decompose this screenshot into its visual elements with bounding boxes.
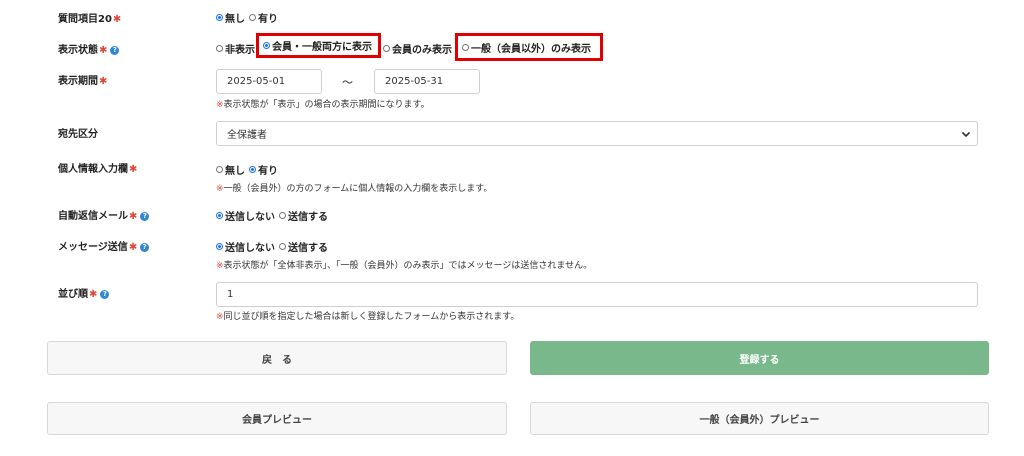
required-mark: ✱: [99, 45, 108, 56]
sort-order-input[interactable]: 1: [216, 282, 978, 307]
radio-icon[interactable]: [279, 243, 286, 250]
radio-icon[interactable]: [462, 43, 469, 51]
required-mark: ✱: [89, 289, 98, 300]
required-mark: ✱: [112, 14, 122, 25]
message-send-label: メッセージ送信✱?: [58, 238, 150, 253]
radio-icon[interactable]: [279, 212, 286, 219]
chevron-down-icon: [961, 131, 971, 137]
display-status-option-hidden[interactable]: 非表示: [216, 41, 255, 56]
q20-option-none[interactable]: 無し: [216, 10, 245, 25]
recipient-label: 宛先区分: [58, 129, 98, 140]
radio-icon[interactable]: [249, 14, 256, 21]
personal-info-options: 無し 有り: [216, 162, 278, 177]
display-period-note: ※表示状態が「表示」の場合の表示期間になります。: [216, 100, 430, 110]
radio-icon[interactable]: [216, 14, 223, 21]
radio-icon[interactable]: [263, 42, 270, 49]
q20-label: 質問項目20✱: [58, 14, 122, 25]
display-status-option-both[interactable]: 会員・一般両方に表示: [256, 33, 381, 58]
help-icon[interactable]: ?: [100, 290, 110, 299]
radio-icon[interactable]: [249, 166, 256, 173]
message-send-options: 送信しない 送信する: [216, 239, 328, 254]
radio-icon[interactable]: [216, 243, 223, 250]
display-status-option-members[interactable]: 会員のみ表示: [383, 41, 452, 56]
message-send-option-yes[interactable]: 送信する: [279, 239, 328, 254]
personal-info-note: ※一般（会員外）の方のフォームに個人情報の入力欄を表示します。: [216, 184, 493, 194]
back-button[interactable]: 戻 る: [47, 341, 507, 375]
personal-info-option-yes[interactable]: 有り: [249, 162, 278, 177]
radio-icon[interactable]: [216, 166, 223, 173]
radio-icon[interactable]: [216, 45, 223, 52]
radio-icon[interactable]: [216, 212, 223, 219]
period-separator: 〜: [342, 76, 353, 89]
required-mark: ✱: [129, 164, 138, 175]
required-mark: ✱: [99, 76, 108, 87]
message-send-option-no[interactable]: 送信しない: [216, 239, 275, 254]
help-icon[interactable]: ?: [140, 212, 150, 221]
register-button[interactable]: 登録する: [530, 341, 989, 375]
sort-order-note: ※同じ並び順を指定した場合は新しく登録したフォームから表示されます。: [216, 312, 520, 322]
auto-mail-options: 送信しない 送信する: [216, 208, 328, 223]
general-preview-button[interactable]: 一般（会員外）プレビュー: [530, 402, 989, 435]
sort-order-label: 並び順✱?: [58, 285, 110, 300]
period-end-input[interactable]: 2025-05-31: [374, 69, 480, 94]
q20-options: 無し 有り: [216, 10, 278, 25]
auto-mail-label: 自動返信メール✱?: [58, 207, 150, 222]
personal-info-label: 個人情報入力欄✱: [58, 164, 138, 175]
radio-icon[interactable]: [383, 45, 390, 52]
help-icon[interactable]: ?: [140, 243, 150, 252]
message-send-note: ※表示状態が「全体非表示」、「一般（会員外）のみ表示」ではメッセージは送信されま…: [216, 261, 593, 271]
required-mark: ✱: [128, 242, 138, 253]
personal-info-option-none[interactable]: 無し: [216, 162, 245, 177]
recipient-select[interactable]: 全保護者: [216, 121, 978, 146]
display-status-option-general[interactable]: 一般（会員以外）のみ表示: [455, 33, 603, 61]
display-period-label: 表示期間✱: [58, 76, 108, 87]
period-start-input[interactable]: 2025-05-01: [216, 69, 322, 94]
required-mark: ✱: [129, 211, 138, 222]
auto-mail-option-yes[interactable]: 送信する: [279, 208, 328, 223]
auto-mail-option-no[interactable]: 送信しない: [216, 208, 275, 223]
q20-option-yes[interactable]: 有り: [249, 10, 278, 25]
display-status-label: 表示状態✱?: [58, 41, 120, 56]
member-preview-button[interactable]: 会員プレビュー: [47, 402, 507, 435]
help-icon[interactable]: ?: [110, 46, 120, 55]
